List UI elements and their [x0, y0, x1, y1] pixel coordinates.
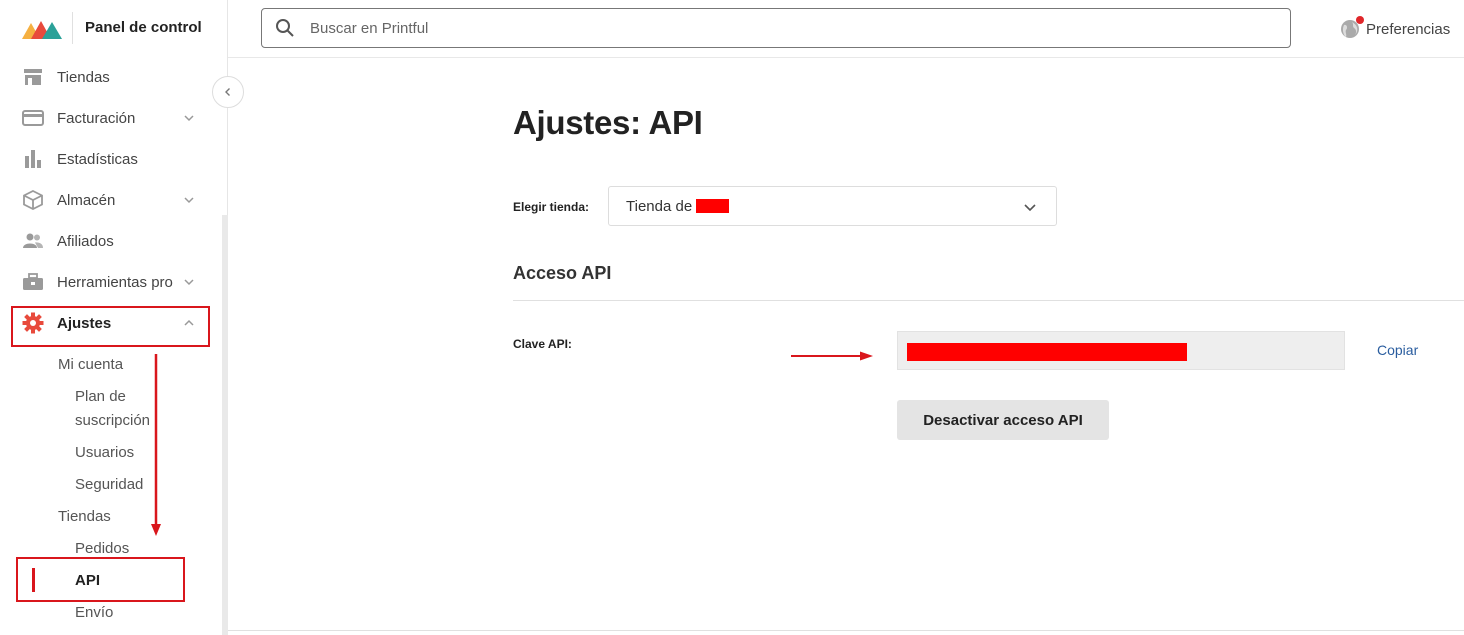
collapse-sidebar-button[interactable]: [212, 76, 244, 108]
page-title: Ajustes: API: [513, 104, 703, 141]
top-bar: Preferencias: [228, 0, 1464, 58]
store-select-label: Elegir tienda:: [513, 200, 590, 214]
sidebar-scrollbar[interactable]: [222, 215, 228, 635]
search-input[interactable]: [310, 17, 1270, 39]
preferences-label: Preferencias: [1366, 20, 1451, 38]
notification-dot: [1356, 16, 1364, 24]
sidebar-item-label: Afiliados: [57, 232, 114, 250]
sidebar-item-label: Estadísticas: [57, 150, 138, 168]
submenu-stores[interactable]: Tiendas: [58, 508, 111, 525]
store-name-text: Tienda de: [626, 198, 693, 215]
search-box[interactable]: [261, 8, 1291, 48]
api-key-label: Clave API:: [513, 337, 572, 351]
sidebar-item-label: Herramientas pro: [57, 273, 173, 291]
sidebar-item-billing[interactable]: Facturación: [0, 98, 214, 138]
chevron-down-icon: [184, 279, 194, 286]
printful-logo-icon[interactable]: [22, 17, 62, 39]
redacted-api-key: [907, 343, 1187, 361]
chevron-left-icon: [225, 88, 230, 96]
copy-api-key-link[interactable]: Copiar: [1377, 342, 1418, 358]
annotation-arrow-right: [791, 351, 873, 361]
preferences-button[interactable]: Preferencias: [1340, 16, 1451, 41]
submenu-shipping[interactable]: Envío: [75, 604, 113, 621]
sidebar-item-label: Facturación: [57, 109, 136, 127]
sidebar-item-warehouse[interactable]: Almacén: [0, 180, 214, 220]
chevron-down-icon: [1024, 204, 1036, 212]
store-icon: [22, 66, 44, 88]
submenu-label-line: Plan de: [75, 388, 126, 405]
active-indicator: [32, 568, 35, 592]
bottom-divider: [228, 630, 1464, 631]
submenu-security[interactable]: Seguridad: [75, 476, 143, 493]
annotation-highlight-api: [16, 557, 185, 602]
store-select-value: Tienda de: [626, 198, 730, 215]
annotation-arrow-down: [151, 354, 161, 536]
chevron-down-icon: [184, 115, 194, 122]
section-title: Acceso API: [513, 263, 612, 283]
section-divider: [513, 300, 1464, 301]
submenu-my-account[interactable]: Mi cuenta: [58, 356, 123, 373]
submenu-orders[interactable]: Pedidos: [75, 540, 129, 557]
search-icon: [276, 19, 294, 37]
brand-divider: [72, 12, 73, 44]
sidebar-item-affiliates[interactable]: Afiliados: [0, 221, 214, 261]
briefcase-icon: [22, 271, 44, 293]
brand-header: Panel de control: [0, 0, 228, 57]
submenu-label-line: suscripción: [75, 412, 151, 429]
globe-icon: [1340, 16, 1364, 39]
box-icon: [22, 189, 44, 211]
deactivate-api-button[interactable]: Desactivar acceso API: [897, 400, 1109, 440]
annotation-highlight-settings: [11, 306, 210, 347]
redacted-store-name: [696, 199, 730, 213]
brand-title: Panel de control: [85, 19, 202, 36]
chevron-down-icon: [184, 197, 194, 204]
sidebar-item-statistics[interactable]: Estadísticas: [0, 139, 214, 179]
sidebar-item-label: Almacén: [57, 191, 116, 209]
submenu-users[interactable]: Usuarios: [75, 444, 134, 461]
bar-chart-icon: [22, 148, 44, 170]
api-key-field[interactable]: [897, 331, 1345, 370]
store-select[interactable]: Tienda de: [608, 186, 1057, 226]
submenu-subscription-plan[interactable]: Plan de suscripción: [75, 388, 150, 429]
people-icon: [22, 230, 44, 252]
sidebar-item-stores[interactable]: Tiendas: [0, 57, 214, 97]
credit-card-icon: [22, 107, 44, 129]
sidebar-item-label: Tiendas: [57, 68, 110, 86]
sidebar-item-pro-tools[interactable]: Herramientas pro: [0, 262, 214, 302]
